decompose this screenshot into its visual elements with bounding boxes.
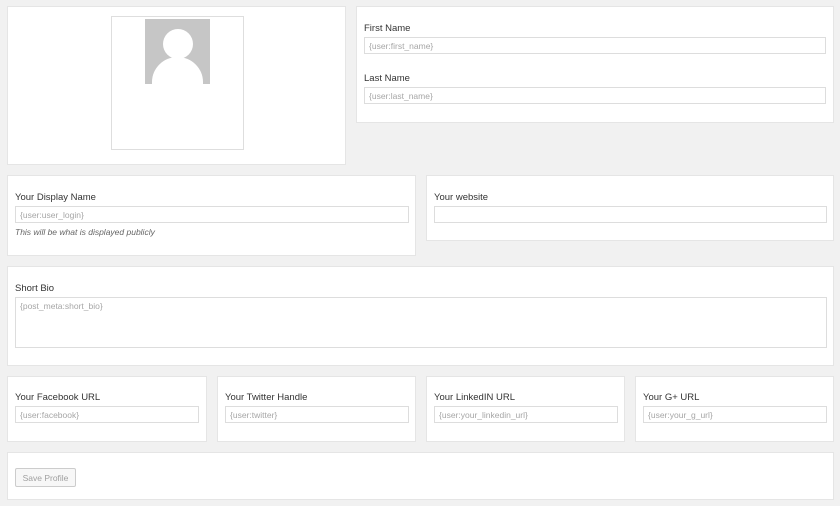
display-name-field[interactable] bbox=[15, 206, 409, 223]
short-bio-textarea[interactable] bbox=[15, 297, 827, 348]
website-field[interactable] bbox=[434, 206, 827, 223]
avatar-head-shape bbox=[163, 29, 193, 59]
save-panel: Save Profile bbox=[7, 452, 834, 500]
facebook-url-field[interactable] bbox=[15, 406, 199, 423]
gplus-label: Your G+ URL bbox=[643, 392, 700, 403]
linkedin-label: Your LinkedIN URL bbox=[434, 392, 515, 403]
twitter-label: Your Twitter Handle bbox=[225, 392, 308, 403]
linkedin-url-field[interactable] bbox=[434, 406, 618, 423]
last-name-field[interactable] bbox=[364, 87, 826, 104]
name-panel: First Name Last Name bbox=[356, 6, 834, 123]
short-bio-panel: Short Bio bbox=[7, 266, 834, 366]
avatar-frame[interactable] bbox=[111, 16, 244, 150]
first-name-label: First Name bbox=[364, 23, 411, 34]
gplus-url-field[interactable] bbox=[643, 406, 827, 423]
first-name-field[interactable] bbox=[364, 37, 826, 54]
save-profile-button[interactable]: Save Profile bbox=[15, 468, 76, 487]
last-name-label: Last Name bbox=[364, 73, 410, 84]
avatar-panel bbox=[7, 6, 346, 165]
display-name-label: Your Display Name bbox=[15, 192, 96, 203]
display-name-panel: Your Display Name This will be what is d… bbox=[7, 175, 416, 256]
twitter-panel: Your Twitter Handle bbox=[217, 376, 416, 442]
display-name-hint: This will be what is displayed publicly bbox=[15, 227, 155, 237]
gplus-panel: Your G+ URL bbox=[635, 376, 834, 442]
avatar-body-shape bbox=[152, 57, 203, 84]
facebook-label: Your Facebook URL bbox=[15, 392, 101, 403]
website-panel: Your website bbox=[426, 175, 834, 241]
twitter-handle-field[interactable] bbox=[225, 406, 409, 423]
website-label: Your website bbox=[434, 192, 489, 203]
facebook-panel: Your Facebook URL bbox=[7, 376, 207, 442]
short-bio-label: Short Bio bbox=[15, 283, 55, 294]
linkedin-panel: Your LinkedIN URL bbox=[426, 376, 625, 442]
avatar bbox=[145, 19, 210, 84]
